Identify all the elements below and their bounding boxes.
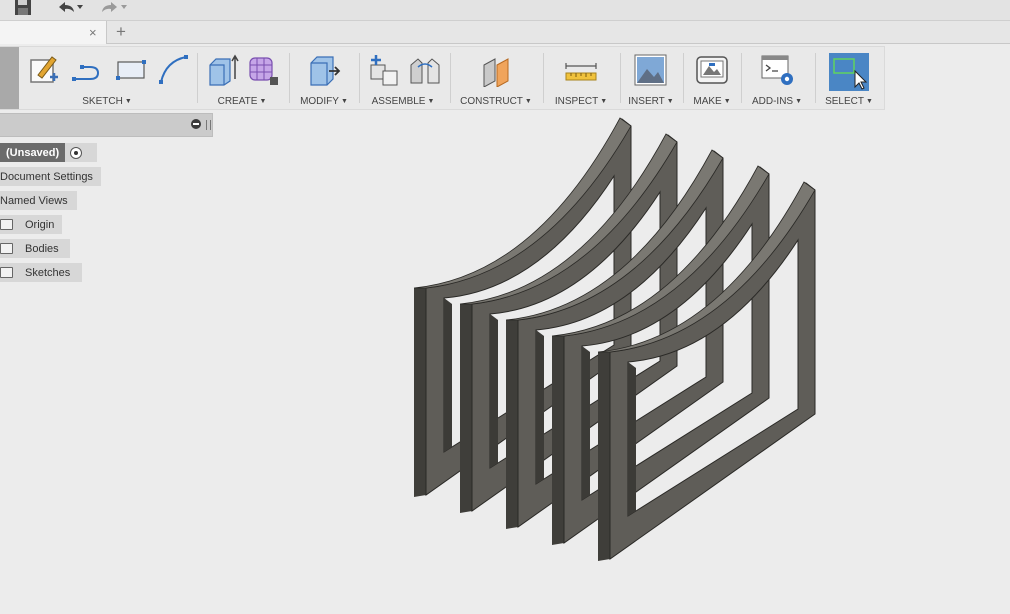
collapse-browser-icon[interactable] [191,119,201,129]
toolbar-group-label[interactable]: MODIFY ▼ [292,96,356,107]
tree-item-named-views[interactable]: Named Views [0,191,77,210]
folder-icon [0,267,13,278]
toolbar-group-label[interactable]: CONSTRUCT ▼ [453,96,539,107]
toolbar-group-assemble: ASSEMBLE ▼ [362,47,444,109]
save-icon [15,0,31,15]
toolbar-divider [741,53,742,103]
offset-plane-icon[interactable] [479,53,513,87]
tree-item-origin[interactable]: Origin [0,215,62,234]
undo-icon [59,2,83,12]
press-pull-icon[interactable] [307,53,341,87]
tree-item-label: Named Views [0,194,68,207]
toolbar-group-label[interactable]: SELECT ▼ [818,96,880,107]
toolbar-divider [289,53,290,103]
toolbar-divider [543,53,544,103]
rectangle-tool-icon[interactable] [114,53,148,87]
browser-header [0,113,213,137]
toolbar-group-label[interactable]: ASSEMBLE ▼ [362,96,444,107]
new-component-icon[interactable] [367,53,401,87]
toolbar-group-label[interactable]: INSPECT ▼ [546,96,616,107]
scripts-addins-icon[interactable] [761,53,795,87]
toolbar-group-construct: CONSTRUCT ▼ [453,47,539,109]
tree-item-bodies[interactable]: Bodies [0,239,70,258]
workspace-switcher[interactable] [0,47,19,109]
pin-browser-handle[interactable] [206,120,211,130]
close-tab-button[interactable]: × [89,25,97,40]
measure-icon[interactable] [564,53,598,87]
toolbar-group-make: MAKE ▼ [686,47,738,109]
toolbar-divider [450,53,451,103]
toolbar-group-label[interactable]: ADD-INS ▼ [744,96,810,107]
folder-icon [0,243,13,254]
toolbar-group-inspect: INSPECT ▼ [546,47,616,109]
toolbar-divider [815,53,816,103]
frame-bodies [413,117,816,561]
toolbar-group-insert: INSERT ▼ [623,47,679,109]
save-button[interactable] [14,0,32,16]
toolbar-divider [683,53,684,103]
toolbar-divider [620,53,621,103]
redo-button[interactable] [100,0,130,16]
line-tool-icon[interactable] [70,53,104,87]
extrude-icon[interactable] [206,53,240,87]
document-tab[interactable]: × [0,21,107,44]
toolbar-group-label[interactable]: CREATE ▼ [200,96,284,107]
joint-icon[interactable] [408,53,442,87]
toolbar-group-label[interactable]: INSERT ▼ [623,96,679,107]
3d-print-icon[interactable] [695,53,729,87]
toolbar-divider [197,53,198,103]
model-viewport[interactable] [380,110,840,570]
undo-button[interactable] [56,0,86,16]
toolbar-divider [359,53,360,103]
document-tabs-bar: × + [0,21,1010,44]
root-component-label: (Unsaved) [0,143,66,162]
select-tool-icon[interactable] [829,53,869,91]
insert-image-icon[interactable] [634,53,668,87]
toolbar-group-modify: MODIFY ▼ [292,47,356,109]
tree-item-sketches[interactable]: Sketches [0,263,82,282]
toolbar-group-create: CREATE ▼ [200,47,284,109]
tree-item-label: Origin [25,218,55,231]
toolbar-group-label[interactable]: SKETCH ▼ [22,96,192,107]
toolbar-group-sketch: SKETCH ▼ [22,47,192,109]
create-sketch-icon[interactable] [28,53,62,87]
new-tab-button[interactable]: + [116,22,126,42]
tree-item-label: Bodies [25,242,59,255]
tree-item-label: Document Settings [0,170,93,183]
browser-root-node[interactable]: (Unsaved) [0,143,97,162]
quick-access-bar [0,0,1010,21]
activate-radio-icon[interactable] [70,146,83,159]
folder-icon [0,219,13,230]
redo-icon [102,2,127,12]
main-toolbar: SKETCH ▼ CREATE ▼ MODIFY ▼ ASSEMBLE ▼ CO… [0,46,885,110]
toolbar-group-select: SELECT ▼ [818,47,880,109]
form-icon[interactable] [246,53,280,87]
tree-item-document-settings[interactable]: Document Settings [0,167,101,186]
toolbar-group-add-ins: ADD-INS ▼ [744,47,810,109]
spline-tool-icon[interactable] [156,53,190,87]
tree-item-label: Sketches [25,266,71,279]
toolbar-group-label[interactable]: MAKE ▼ [686,96,738,107]
